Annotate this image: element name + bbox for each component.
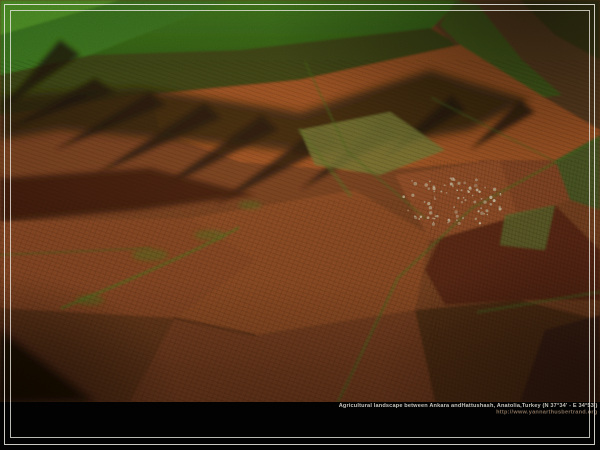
photo-caption: Agricultural landscape between Ankara an… (338, 403, 597, 416)
wallpaper-stage: Agricultural landscape between Ankara an… (0, 0, 600, 450)
grain-overlay (0, 0, 600, 402)
aerial-photo-art (0, 0, 600, 402)
aerial-photo (0, 0, 600, 402)
caption-credit-url: http://www.yannarthusbertrand.org (338, 409, 597, 415)
